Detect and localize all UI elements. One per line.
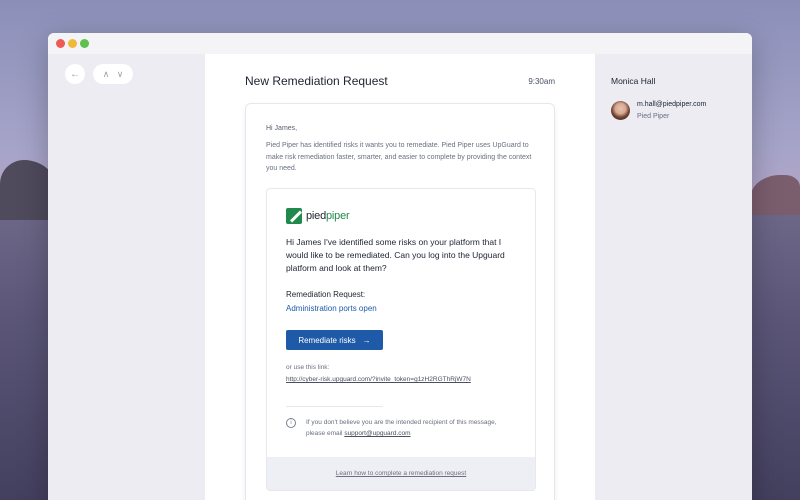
pied-piper-logo-icon: [286, 208, 302, 224]
remediate-risks-label: Remediate risks: [298, 335, 356, 345]
close-window-button[interactable]: [56, 39, 65, 48]
email-subject: New Remediation Request: [245, 74, 388, 88]
avatar: [611, 101, 630, 120]
back-button[interactable]: ←: [65, 64, 85, 84]
sender-org: Pied Piper: [637, 113, 670, 120]
greeting: Hi James,: [266, 125, 298, 132]
email-time: 9:30am: [528, 77, 555, 86]
email-pane: New Remediation Request 9:30am Hi James,…: [205, 54, 595, 500]
disclaimer: If you don't believe you are the intende…: [306, 419, 497, 437]
support-email-link[interactable]: support@upguard.com: [344, 430, 410, 437]
chevron-down-icon[interactable]: ∨: [117, 69, 124, 80]
sender-name: Monica Hall: [611, 76, 656, 86]
request-panel: piedpiper Hi James I've identified some …: [266, 188, 536, 491]
email-header: New Remediation Request 9:30am: [245, 74, 555, 94]
title-bar: [48, 33, 752, 54]
sender-pane: Monica Hall m.hall@piedpiper.com Pied Pi…: [595, 54, 752, 500]
intro-text: Pied Piper has identified risks it wants…: [266, 142, 532, 172]
background-hill-right: [750, 175, 800, 215]
sender-email[interactable]: m.hall@piedpiper.com: [637, 101, 706, 108]
minimize-window-button[interactable]: [68, 39, 77, 48]
remediate-risks-button[interactable]: Remediate risks →: [286, 330, 383, 350]
email-body-card: Hi James, Pied Piper has identified risk…: [245, 103, 555, 500]
mail-window: ← ∧ ∨ New Remediation Request 9:30am Hi …: [48, 33, 752, 500]
pied-piper-logo: piedpiper: [286, 208, 350, 224]
arrow-right-icon: →: [362, 335, 371, 345]
chevron-up-icon[interactable]: ∧: [103, 69, 110, 80]
request-label: Remediation Request:: [286, 290, 366, 299]
alt-link-label: or use this link:: [286, 364, 330, 371]
logo-wordmark: piedpiper: [306, 210, 350, 222]
request-message: Hi James I've identified some risks on y…: [286, 237, 505, 273]
invite-link[interactable]: http://cyber-risk.upguard.com/?invite_to…: [286, 376, 471, 383]
message-nav: ∧ ∨: [93, 64, 133, 84]
request-item-link[interactable]: Administration ports open: [286, 304, 377, 313]
divider: [286, 406, 383, 407]
maximize-window-button[interactable]: [80, 39, 89, 48]
learn-more-link[interactable]: Learn how to complete a remediation requ…: [336, 470, 466, 477]
arrow-left-icon: ←: [70, 68, 80, 80]
request-panel-footer: Learn how to complete a remediation requ…: [267, 457, 535, 490]
info-icon: i: [286, 418, 296, 428]
